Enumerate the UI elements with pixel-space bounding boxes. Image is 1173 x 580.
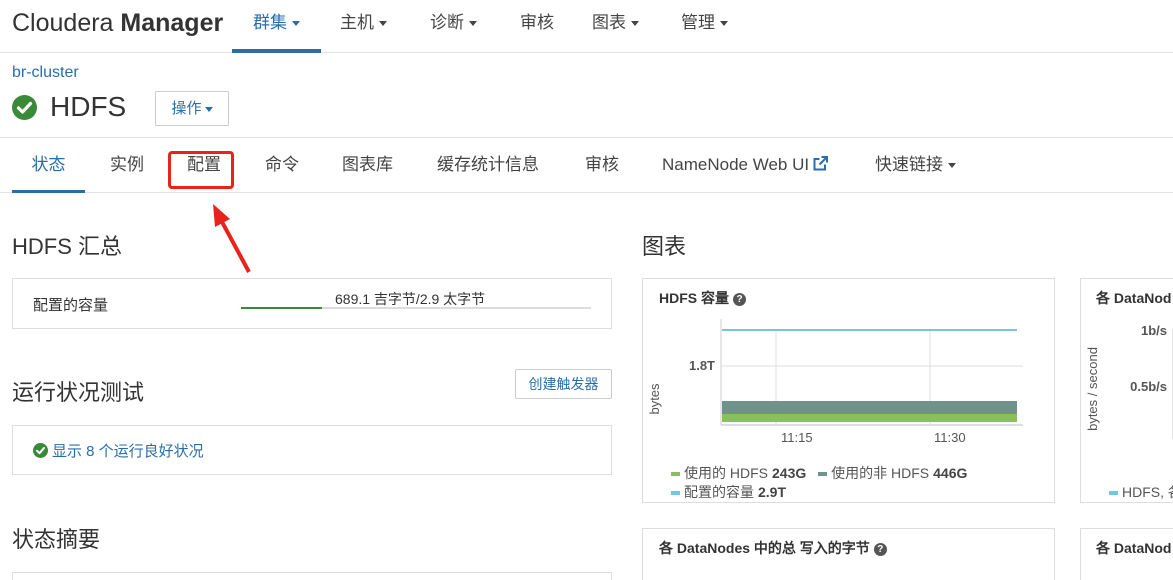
status-summary-panel — [12, 572, 612, 580]
y-axis-label: bytes / second — [1085, 347, 1100, 431]
summary-heading: HDFS 汇总 — [12, 234, 123, 259]
brand-name-part1: Cloudera — [12, 9, 114, 37]
breadcrumb-cluster[interactable]: br-cluster — [12, 64, 79, 82]
external-link-icon — [813, 156, 829, 171]
chevron-down-icon — [204, 106, 213, 112]
charts-heading: 图表 — [642, 234, 687, 259]
legend-item: HDFS, 各 — [1109, 482, 1173, 502]
capacity-bar-fill — [241, 307, 322, 309]
help-icon[interactable]: ? — [873, 543, 887, 556]
datanode-read-plot: bytes / second 1b/s 0.5b/s — [1085, 323, 1173, 439]
legend-swatch — [671, 472, 680, 477]
datanode-written-chart: 各 DataNodes 中的总 写入的字节? — [642, 528, 1055, 580]
actions-dropdown-button[interactable]: 操作 — [155, 91, 229, 126]
hdfs-capacity-chart: HDFS 容量? bytes 1.8T 11:15 11:30 使用的 HDFS… — [642, 278, 1055, 503]
nav-charts[interactable]: 图表 — [592, 0, 639, 53]
chevron-down-icon — [631, 21, 639, 27]
tab-cache-statistics[interactable]: 缓存统计信息 — [437, 138, 539, 193]
capacity-label: 配置的容量 — [33, 297, 109, 314]
tab-quick-links[interactable]: 快速链接 — [875, 138, 956, 193]
annotation-arrow-icon — [213, 204, 251, 273]
capacity-value: 689.1 吉字节/2.9 太字节 — [335, 291, 486, 307]
chevron-down-icon — [720, 21, 728, 27]
legend-swatch — [1109, 491, 1118, 496]
legend-item: 使用的 HDFS 243G 使用的非 HDFS 446G — [671, 463, 967, 483]
x-tick-label: 11:15 — [781, 430, 813, 445]
nav-hosts[interactable]: 主机 — [340, 0, 387, 53]
nav-clusters[interactable]: 群集 — [232, 0, 321, 53]
brand-logo[interactable]: Cloudera Manager — [12, 9, 223, 38]
top-navbar: Cloudera Manager 群集 主机 诊断 审核 图表 管理 — [0, 0, 1173, 53]
series-hdfs-used — [722, 414, 1017, 422]
good-health-link[interactable]: 显示 8 个运行良好状况 — [33, 440, 204, 461]
legend-swatch — [671, 491, 680, 496]
status-summary-heading: 状态摘要 — [12, 527, 101, 552]
chevron-down-icon — [948, 163, 956, 169]
nav-audits[interactable]: 审核 — [520, 0, 554, 53]
tab-audits[interactable]: 审核 — [585, 138, 619, 193]
legend-item: 配置的容量 2.9T — [671, 482, 786, 502]
tab-status[interactable]: 状态 — [12, 138, 85, 193]
nav-diagnostics[interactable]: 诊断 — [430, 0, 477, 53]
legend-swatch — [818, 472, 828, 477]
service-title: HDFS — [50, 91, 127, 122]
capacity-bar — [241, 307, 591, 309]
tab-charts-library[interactable]: 图表库 — [342, 138, 393, 193]
chart-title[interactable]: 各 DataNodes 中的总 写入的字节? — [659, 538, 887, 558]
health-tests-heading: 运行状况测试 — [12, 380, 145, 405]
chart-title[interactable]: 各 DataNod — [1096, 538, 1171, 558]
series-non-hdfs-used — [722, 401, 1017, 414]
tab-instances[interactable]: 实例 — [110, 138, 144, 193]
tab-commands[interactable]: 命令 — [265, 138, 299, 193]
check-circle-icon — [33, 443, 48, 458]
datanode-other-chart: 各 DataNod — [1080, 528, 1173, 580]
y-axis-label: bytes — [647, 383, 662, 415]
chevron-down-icon — [469, 21, 477, 27]
check-circle-icon — [12, 95, 37, 120]
tab-namenode-web-ui[interactable]: NameNode Web UI — [662, 138, 829, 193]
y-tick-label: 1.8T — [689, 358, 715, 373]
config-tab-highlight — [168, 151, 234, 189]
datanode-read-chart: 各 DataNod bytes / second 1b/s 0.5b/s HDF… — [1080, 278, 1173, 503]
chevron-down-icon — [379, 21, 387, 27]
x-tick-label: 11:30 — [934, 430, 966, 445]
y-tick-label: 1b/s — [1141, 323, 1167, 338]
nav-administration[interactable]: 管理 — [681, 0, 728, 53]
brand-name-part2: Manager — [120, 9, 224, 37]
create-trigger-button[interactable]: 创建触发器 — [515, 369, 612, 399]
chevron-down-icon — [292, 21, 300, 27]
y-tick-label: 0.5b/s — [1130, 379, 1167, 394]
